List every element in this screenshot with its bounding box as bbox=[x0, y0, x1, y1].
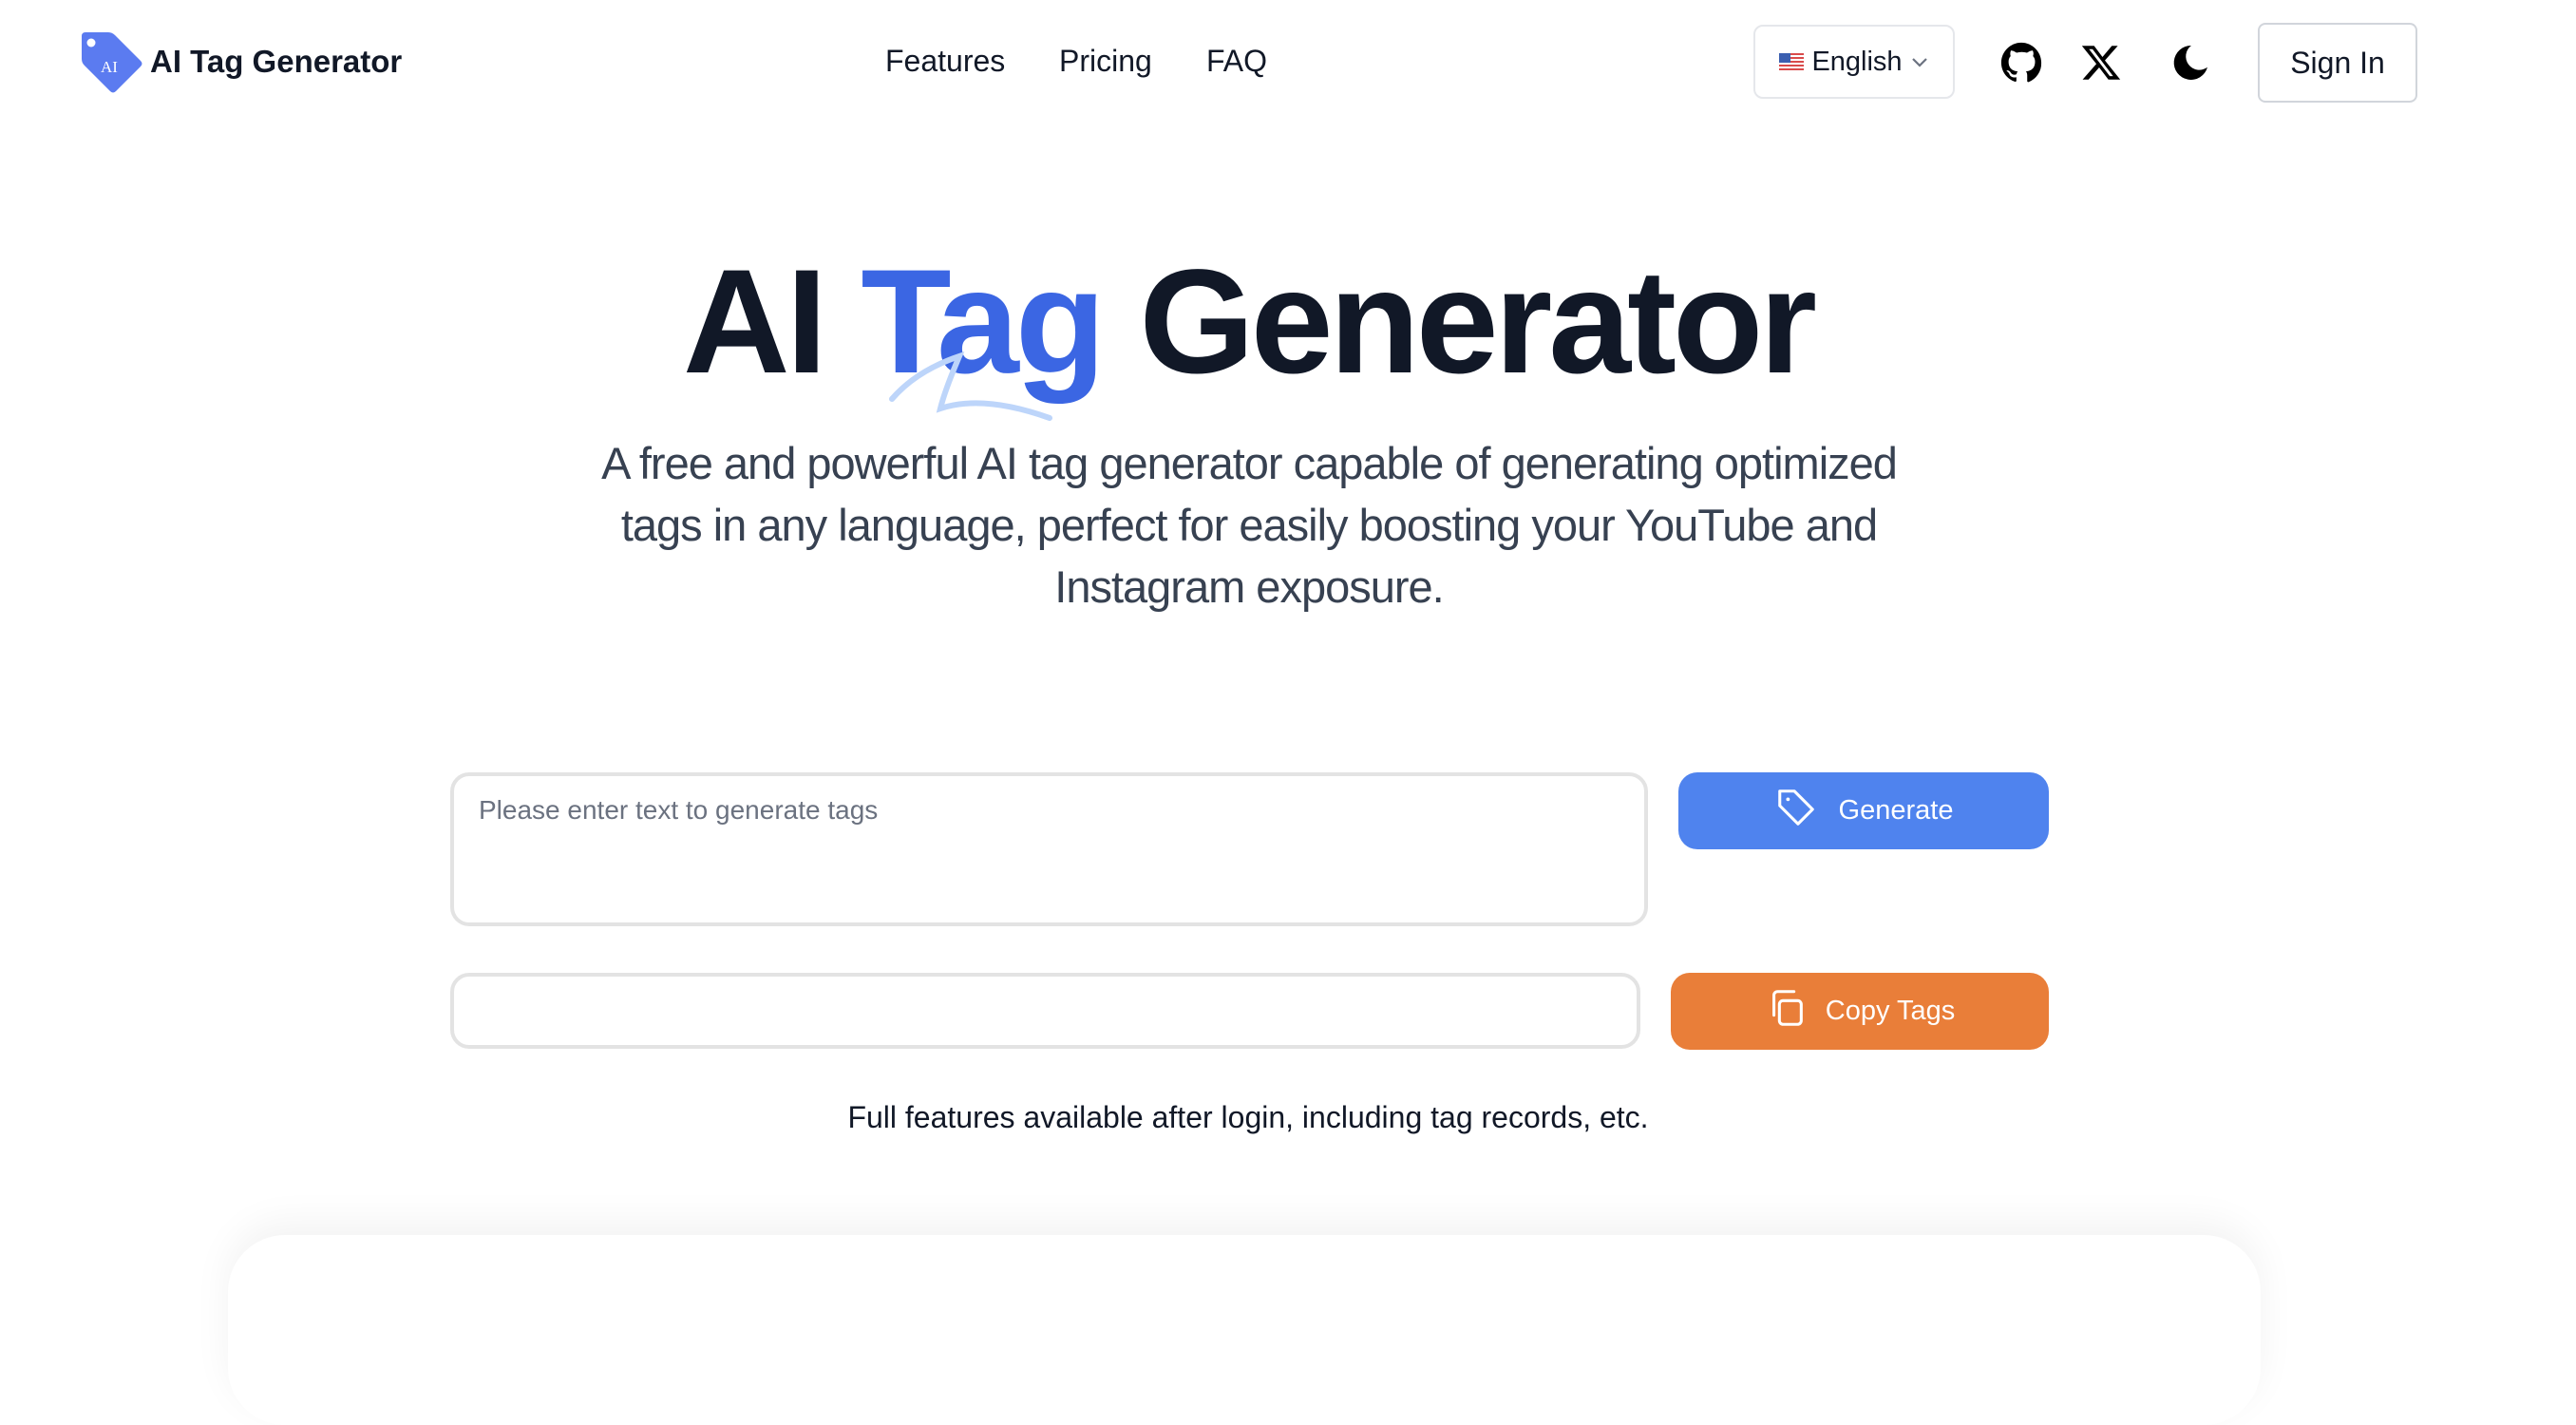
language-label: English bbox=[1811, 46, 1903, 77]
title-suffix: Generator bbox=[1102, 239, 1817, 405]
x-twitter-icon[interactable] bbox=[2080, 42, 2122, 84]
copy-tags-label: Copy Tags bbox=[1825, 996, 1956, 1026]
language-select[interactable]: English bbox=[1753, 25, 1955, 99]
github-icon[interactable] bbox=[2000, 42, 2042, 84]
login-notice: Full features available after login, inc… bbox=[847, 1100, 1649, 1134]
title-prefix: AI bbox=[682, 239, 862, 405]
nav-features[interactable]: Features bbox=[885, 44, 1005, 79]
generate-label: Generate bbox=[1838, 795, 1954, 826]
generate-button[interactable]: Generate bbox=[1678, 772, 2049, 849]
logo-icon[interactable]: AI bbox=[78, 30, 144, 97]
sign-in-button[interactable]: Sign In bbox=[2258, 23, 2417, 103]
content-card bbox=[228, 1235, 2261, 1425]
squiggle-underline-icon bbox=[889, 352, 1052, 421]
nav-faq[interactable]: FAQ bbox=[1206, 44, 1267, 79]
brand-name[interactable]: AI Tag Generator bbox=[150, 44, 402, 80]
us-flag-icon bbox=[1779, 53, 1805, 70]
chevron-down-icon bbox=[1910, 55, 1929, 68]
text-input[interactable] bbox=[450, 772, 1648, 926]
svg-text:AI: AI bbox=[101, 58, 118, 76]
page-title: AI Tag Generator bbox=[0, 238, 2496, 408]
nav-pricing[interactable]: Pricing bbox=[1059, 44, 1152, 79]
tag-icon bbox=[1774, 786, 1818, 837]
moon-icon[interactable] bbox=[2169, 42, 2211, 84]
tags-output[interactable] bbox=[450, 973, 1640, 1049]
copy-icon bbox=[1765, 986, 1809, 1037]
copy-tags-button[interactable]: Copy Tags bbox=[1671, 973, 2049, 1050]
hero-subtitle: A free and powerful AI tag generator cap… bbox=[601, 438, 1898, 612]
